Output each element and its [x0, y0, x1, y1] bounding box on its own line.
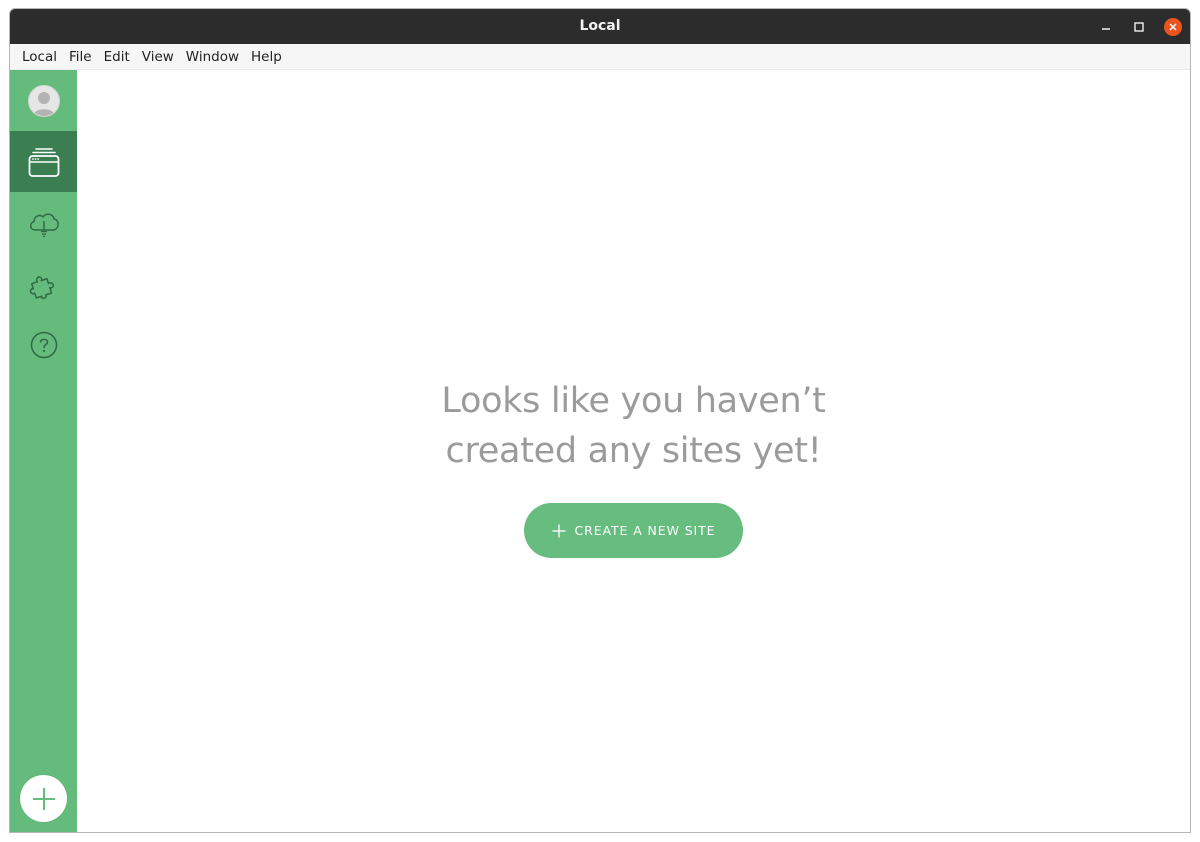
create-new-site-label: CREATE A NEW SITE: [574, 523, 716, 538]
sidebar-item-sites[interactable]: [10, 131, 77, 192]
close-circle: [1164, 18, 1182, 36]
sidebar-item-help[interactable]: [10, 314, 77, 375]
menu-local[interactable]: Local: [16, 44, 63, 70]
create-new-site-button[interactable]: CREATE A NEW SITE: [524, 503, 743, 558]
puzzle-addons-icon: [29, 275, 54, 299]
minimize-button[interactable]: [1096, 17, 1116, 37]
empty-state-line-1: Looks like you haven’t: [441, 381, 826, 421]
user-silhouette-icon: [32, 91, 55, 116]
cloud-icon: [29, 213, 59, 237]
close-icon: [1169, 23, 1177, 31]
sidebar-item-connect[interactable]: [10, 192, 77, 253]
sites-stack-icon: [28, 147, 59, 177]
plus-icon: [32, 787, 55, 810]
sidebar-item-user[interactable]: [10, 70, 77, 131]
minimize-icon: [1102, 28, 1110, 30]
menu-bar: Local File Edit View Window Help: [10, 44, 1190, 70]
empty-state-heading: Looks like you haven’t created any sites…: [77, 376, 1190, 476]
maximize-icon: [1134, 22, 1144, 32]
title-bar[interactable]: Local: [10, 9, 1190, 44]
sidebar: [10, 70, 77, 832]
plus-icon: [552, 524, 566, 538]
menu-window[interactable]: Window: [180, 44, 245, 70]
sidebar-item-addons[interactable]: [10, 253, 77, 314]
close-button[interactable]: [1163, 17, 1183, 37]
window-title: Local: [579, 18, 621, 34]
empty-state-line-2: created any sites yet!: [445, 431, 822, 471]
maximize-button[interactable]: [1129, 17, 1149, 37]
menu-edit[interactable]: Edit: [98, 44, 136, 70]
menu-help[interactable]: Help: [245, 44, 288, 70]
app-window: Local Local File Edit View Window Help L…: [9, 8, 1191, 833]
menu-view[interactable]: View: [136, 44, 180, 70]
avatar-icon: [27, 84, 60, 117]
help-icon: [30, 331, 57, 358]
add-site-button[interactable]: [20, 775, 67, 822]
menu-file[interactable]: File: [63, 44, 98, 70]
main-content: Looks like you haven’t created any sites…: [77, 70, 1190, 832]
